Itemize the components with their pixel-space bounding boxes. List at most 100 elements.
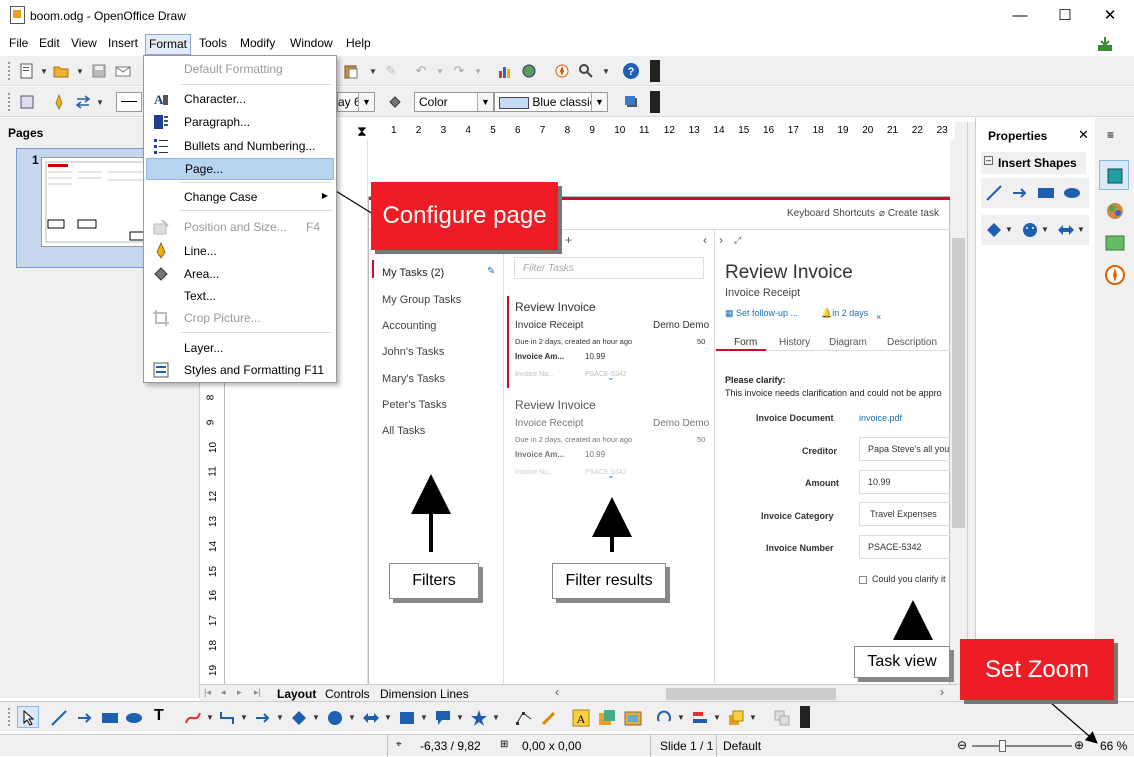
chevron-down-icon[interactable]: ▼ bbox=[206, 713, 214, 722]
stars-icon[interactable] bbox=[470, 709, 488, 727]
undo-dropdown-icon[interactable]: ▼ bbox=[436, 67, 444, 76]
tab-controls[interactable]: Controls bbox=[325, 687, 370, 701]
chevron-down-icon[interactable]: ▼ bbox=[1077, 225, 1085, 234]
basic-shapes-icon[interactable] bbox=[290, 709, 308, 727]
chevron-down-icon[interactable]: ▼ bbox=[749, 713, 757, 722]
close-panel-icon[interactable]: ✕ bbox=[1078, 127, 1089, 143]
chevron-down-icon[interactable]: ⌄ bbox=[607, 470, 615, 481]
area-style-select[interactable]: Color ▼ bbox=[414, 92, 494, 112]
undo-icon[interactable]: ↶ bbox=[412, 62, 430, 80]
vertical-scrollbar[interactable] bbox=[950, 140, 967, 685]
redo-dropdown-icon[interactable]: ▼ bbox=[474, 67, 482, 76]
invoice-number-field[interactable]: PSACE-5342 bbox=[859, 535, 951, 559]
tab-diagram[interactable]: Diagram bbox=[829, 337, 867, 348]
menu-item-change-case[interactable]: Change Case ▶ bbox=[146, 186, 334, 208]
from-file-icon[interactable] bbox=[598, 709, 616, 727]
zoom-slider-thumb[interactable] bbox=[999, 740, 1006, 752]
chevron-down-icon[interactable]: ▼ bbox=[348, 713, 356, 722]
edit-icon[interactable]: ✎ bbox=[487, 266, 495, 277]
scrollbar-thumb[interactable] bbox=[952, 238, 965, 528]
chevron-down-icon[interactable]: ▼ bbox=[1041, 225, 1049, 234]
horizontal-ruler[interactable]: ⧗ 1 2 3 4 5 6 7 8 9 10 11 12 13 14 15 16 17 18 19 20 21 22 23 bbox=[335, 122, 955, 140]
last-tab-icon[interactable]: ▸| bbox=[254, 687, 261, 698]
chevron-down-icon[interactable]: ▼ bbox=[713, 713, 721, 722]
chevron-down-icon[interactable]: ▼ bbox=[591, 93, 607, 111]
open-folder-icon[interactable] bbox=[52, 62, 70, 80]
chevron-down-icon[interactable]: ▼ bbox=[312, 713, 320, 722]
redo-icon[interactable]: ↷ bbox=[450, 62, 468, 80]
chevron-down-icon[interactable]: ▼ bbox=[1005, 225, 1013, 234]
menu-tools[interactable]: Tools bbox=[197, 36, 229, 50]
remove-icon[interactable]: × bbox=[876, 312, 881, 322]
toolbar-overflow-icon[interactable] bbox=[800, 706, 810, 728]
due-date-link[interactable]: 🔔in 2 days bbox=[821, 308, 868, 319]
rectangle-tool-icon[interactable] bbox=[101, 709, 119, 727]
chart-icon[interactable] bbox=[496, 62, 514, 80]
menu-file[interactable]: File bbox=[7, 36, 30, 50]
new-dropdown-icon[interactable]: ▼ bbox=[40, 67, 48, 76]
arrow-tool-icon[interactable] bbox=[76, 709, 94, 727]
chevron-down-icon[interactable]: ▼ bbox=[420, 713, 428, 722]
zoom-slider[interactable] bbox=[972, 745, 1072, 747]
menu-item-position-size[interactable]: Position and Size... F4 bbox=[146, 216, 334, 238]
menu-item-page[interactable]: Page... bbox=[146, 158, 334, 180]
diamond-shape-icon[interactable] bbox=[985, 221, 1003, 239]
gallery-icon[interactable] bbox=[520, 62, 538, 80]
creditor-field[interactable]: Papa Steve's all you bbox=[859, 437, 951, 461]
toolbar-grip[interactable] bbox=[8, 93, 10, 111]
save-icon[interactable] bbox=[90, 62, 108, 80]
menu-modify[interactable]: Modify bbox=[238, 36, 277, 50]
menu-view[interactable]: View bbox=[69, 36, 99, 50]
menu-item-text[interactable]: Text... bbox=[146, 285, 334, 307]
chevron-down-icon[interactable]: ▼ bbox=[456, 713, 464, 722]
arrange-icon[interactable] bbox=[727, 709, 745, 727]
menu-item-bullets-numbering[interactable]: Bullets and Numbering... bbox=[146, 135, 334, 157]
gallery-insert-icon[interactable] bbox=[624, 709, 642, 727]
smiley-shape-icon[interactable] bbox=[1021, 221, 1039, 239]
next-tab-icon[interactable]: ▸ bbox=[237, 687, 242, 698]
navigator-icon[interactable] bbox=[1104, 264, 1126, 286]
filter-item[interactable]: All Tasks bbox=[382, 425, 425, 437]
chevron-down-icon[interactable]: ▼ bbox=[677, 713, 685, 722]
email-icon[interactable] bbox=[114, 62, 132, 80]
line-style-combo[interactable] bbox=[116, 92, 142, 112]
zoom-out-icon[interactable]: ⊖ bbox=[957, 738, 967, 752]
zoom-dropdown-icon[interactable]: ▼ bbox=[602, 67, 610, 76]
task-card[interactable]: Review Invoice Invoice Receipt Demo Demo… bbox=[513, 398, 711, 488]
fontwork-icon[interactable]: A bbox=[572, 709, 590, 727]
menu-item-character[interactable]: A Character... bbox=[146, 88, 334, 110]
callouts-icon[interactable] bbox=[434, 709, 452, 727]
tab-form[interactable]: Form bbox=[734, 337, 757, 348]
tab-dimension-lines[interactable]: Dimension Lines bbox=[380, 687, 469, 701]
area-style-icon[interactable] bbox=[386, 93, 404, 111]
menu-format[interactable]: Format bbox=[145, 34, 192, 55]
menu-window[interactable]: Window bbox=[288, 36, 335, 50]
horizontal-scrollbar-thumb[interactable] bbox=[666, 688, 836, 700]
filter-item[interactable]: Mary's Tasks bbox=[382, 373, 445, 385]
alignment-icon[interactable] bbox=[691, 709, 709, 727]
paste-dropdown-icon[interactable]: ▼ bbox=[369, 67, 377, 76]
ellipse-shape-icon[interactable] bbox=[1063, 184, 1081, 202]
toolbar-overflow-icon[interactable] bbox=[650, 60, 660, 82]
arrow-shape-icon[interactable] bbox=[1011, 184, 1029, 202]
scroll-left-icon[interactable]: ‹ bbox=[555, 685, 559, 699]
line-width-combo[interactable]: ay 6 ▼ bbox=[337, 92, 375, 112]
minimize-button[interactable]: — bbox=[1010, 6, 1030, 26]
tab-layout[interactable]: Layout bbox=[277, 687, 316, 701]
update-icon[interactable] bbox=[1096, 35, 1114, 53]
arrow-style-dropdown-icon[interactable]: ▼ bbox=[96, 98, 104, 107]
chevron-down-icon[interactable]: ▼ bbox=[384, 713, 392, 722]
open-dropdown-icon[interactable]: ▼ bbox=[76, 67, 84, 76]
filter-item[interactable]: Peter's Tasks bbox=[382, 399, 447, 411]
area-fill-select[interactable]: Blue classic ▼ bbox=[494, 92, 608, 112]
invoice-category-field[interactable]: Travel Expenses bbox=[859, 502, 951, 526]
gallery-icon[interactable] bbox=[1104, 232, 1126, 254]
shadow-icon[interactable] bbox=[622, 93, 640, 111]
chevron-down-icon[interactable]: ▼ bbox=[477, 93, 493, 111]
symbol-shapes-icon[interactable] bbox=[326, 709, 344, 727]
maximize-button[interactable]: ☐ bbox=[1055, 6, 1075, 26]
filter-tasks-input[interactable]: Filter Tasks bbox=[514, 257, 704, 279]
arrow-style-icon[interactable] bbox=[74, 93, 92, 111]
menu-item-crop-picture[interactable]: Crop Picture... bbox=[146, 307, 334, 329]
zoom-level[interactable]: 66 % bbox=[1100, 739, 1127, 753]
